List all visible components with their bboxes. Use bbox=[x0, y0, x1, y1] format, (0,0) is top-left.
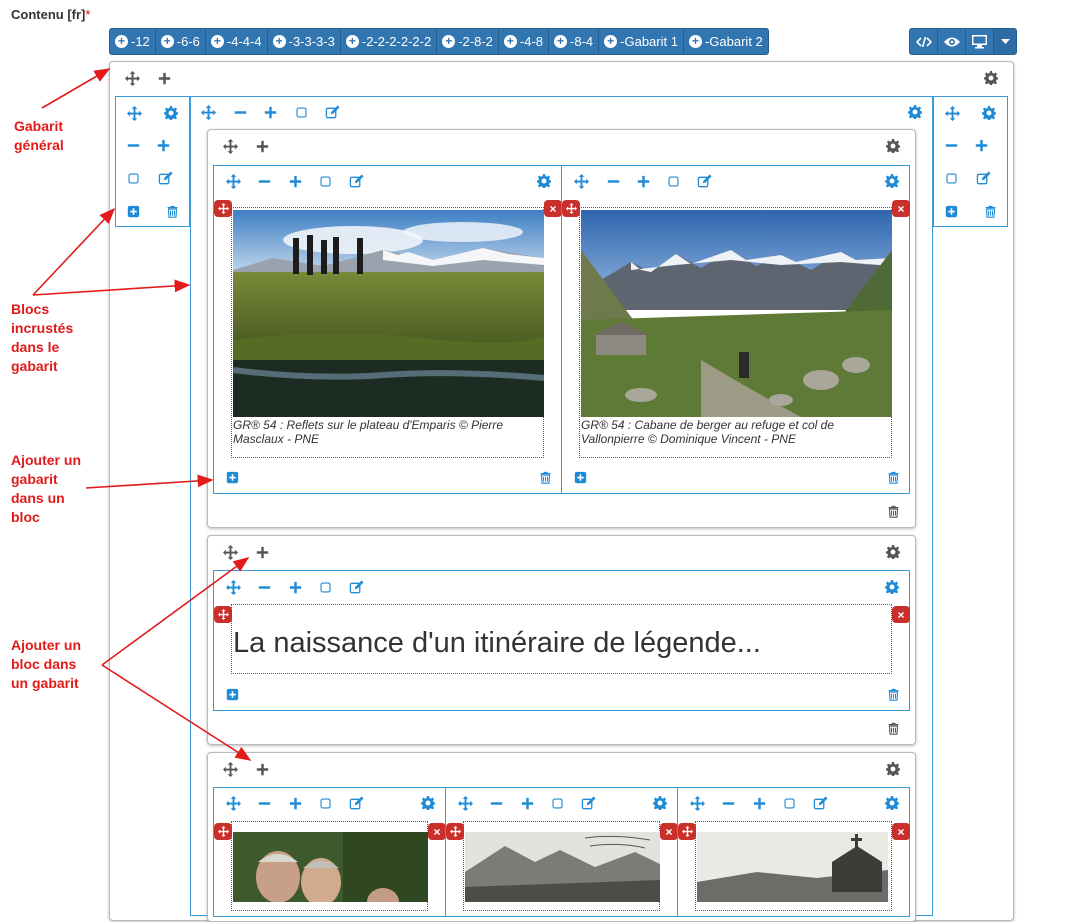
annotation-gabarit-general: Gabarit général bbox=[14, 118, 64, 153]
annotation-ajouter-gabarit: Ajouter un gabarit dans un bloc bbox=[11, 452, 81, 525]
annotation-blocs-incrustes: Blocs incrustés dans le gabarit bbox=[11, 301, 74, 374]
annotation-arrows bbox=[32, 68, 252, 761]
annotation-ajouter-bloc: Ajouter un bloc dans un gabarit bbox=[11, 637, 81, 691]
